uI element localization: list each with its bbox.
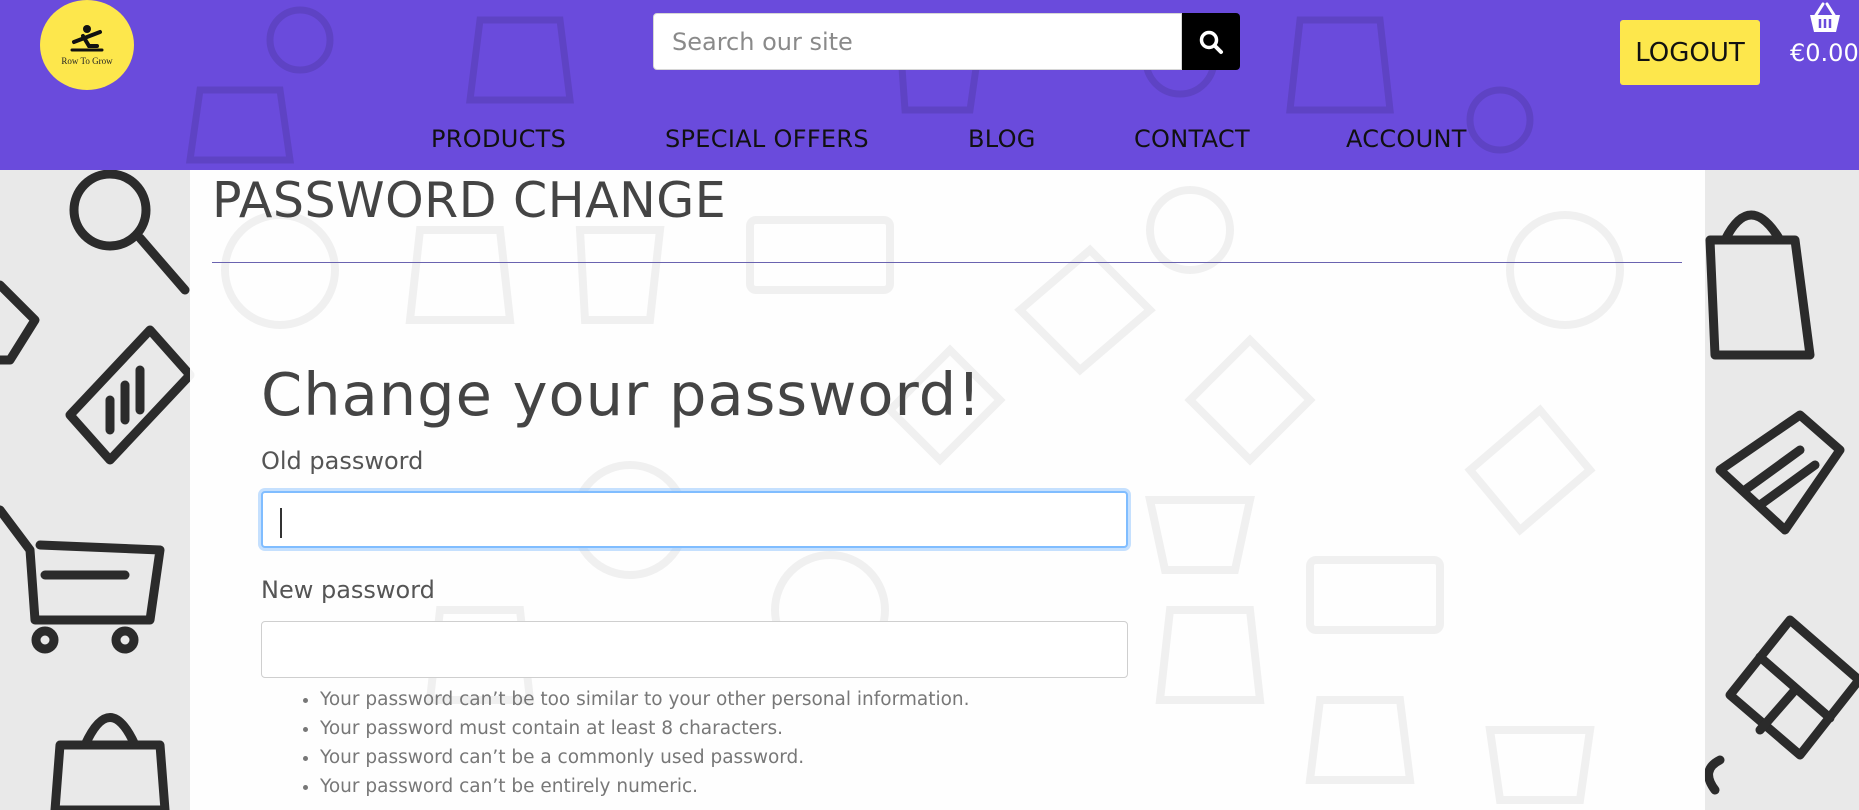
nav-blog[interactable]: BLOG: [968, 125, 1036, 153]
help-item: Your password must contain at least 8 ch…: [320, 714, 970, 743]
basket-total: €0.00: [1790, 39, 1859, 67]
site-logo[interactable]: Row To Grow: [40, 0, 134, 90]
old-password-field[interactable]: [261, 491, 1128, 548]
search-icon: [1199, 30, 1223, 54]
page-title: PASSWORD CHANGE: [212, 172, 727, 229]
site-header: Row To Grow LOGOUT €0.00 PRODUCTS SPECIA…: [0, 0, 1859, 170]
password-help-list: Your password can’t be too similar to yo…: [270, 685, 970, 801]
basket-icon: [1810, 2, 1840, 32]
logout-button[interactable]: LOGOUT: [1620, 20, 1760, 85]
nav-account[interactable]: ACCOUNT: [1346, 125, 1467, 153]
search-button[interactable]: [1182, 13, 1240, 70]
nav-products[interactable]: PRODUCTS: [431, 125, 566, 153]
new-password-field[interactable]: [261, 621, 1128, 678]
help-item: Your password can’t be too similar to yo…: [320, 685, 970, 714]
search-form: [653, 13, 1240, 70]
nav-contact[interactable]: CONTACT: [1134, 125, 1250, 153]
rower-icon: [70, 25, 104, 52]
old-password-label: Old password: [261, 447, 424, 475]
search-input[interactable]: [653, 13, 1182, 70]
text-cursor: [280, 508, 282, 538]
password-change-card: PASSWORD CHANGE Change your password! Ol…: [190, 170, 1705, 810]
basket-link[interactable]: €0.00: [1790, 2, 1859, 70]
form-heading: Change your password!: [261, 360, 982, 429]
help-item: Your password can’t be a commonly used p…: [320, 743, 970, 772]
new-password-label: New password: [261, 576, 435, 604]
help-item: Your password can’t be entirely numeric.: [320, 772, 970, 801]
title-divider: [212, 262, 1682, 263]
logo-text: Row To Grow: [61, 56, 113, 66]
nav-special-offers[interactable]: SPECIAL OFFERS: [665, 125, 869, 153]
